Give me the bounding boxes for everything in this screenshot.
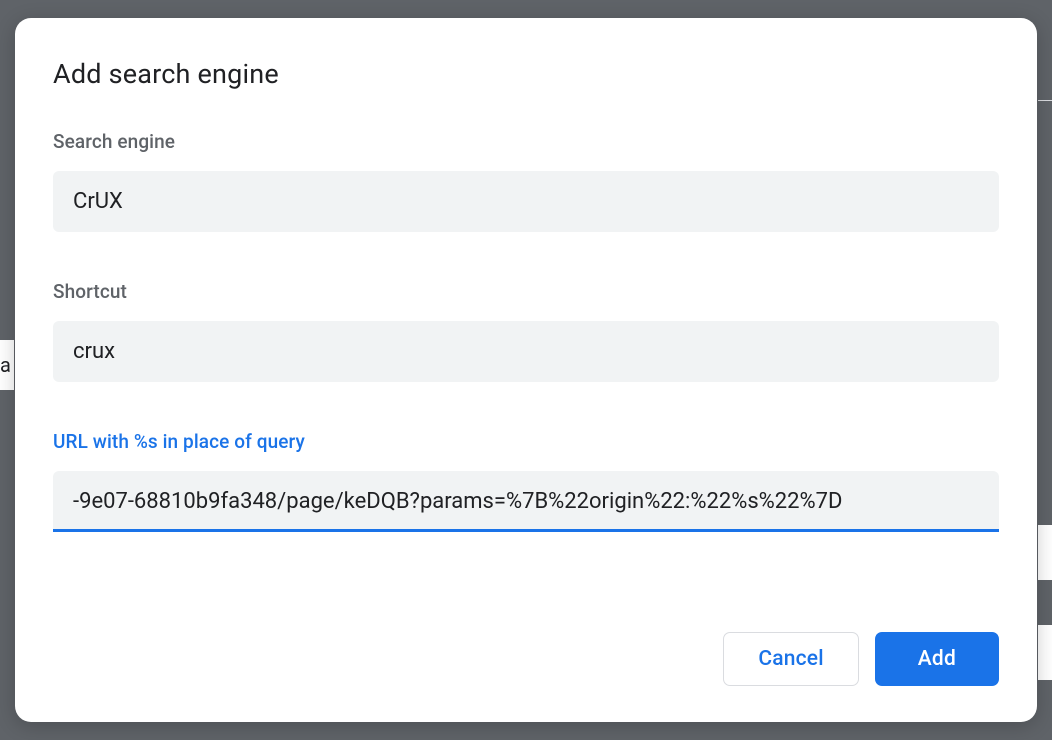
shortcut-label: Shortcut [53,280,999,303]
search-engine-input[interactable] [53,171,999,232]
background-fragment [1038,525,1052,580]
dialog-title: Add search engine [53,58,999,90]
shortcut-input[interactable] [53,321,999,382]
add-button[interactable]: Add [875,632,999,686]
background-fragment [1038,625,1052,680]
background-divider [1038,100,1052,101]
url-label: URL with %s in place of query [53,430,999,453]
url-field-group: URL with %s in place of query [53,430,999,532]
cancel-button[interactable]: Cancel [723,632,858,686]
url-input[interactable] [53,471,999,532]
shortcut-field-group: Shortcut [53,280,999,382]
search-engine-label: Search engine [53,130,999,153]
background-fragment: a [0,340,14,390]
search-engine-field-group: Search engine [53,130,999,232]
add-search-engine-dialog: Add search engine Search engine Shortcut… [15,18,1037,722]
dialog-footer: Cancel Add [53,632,999,686]
